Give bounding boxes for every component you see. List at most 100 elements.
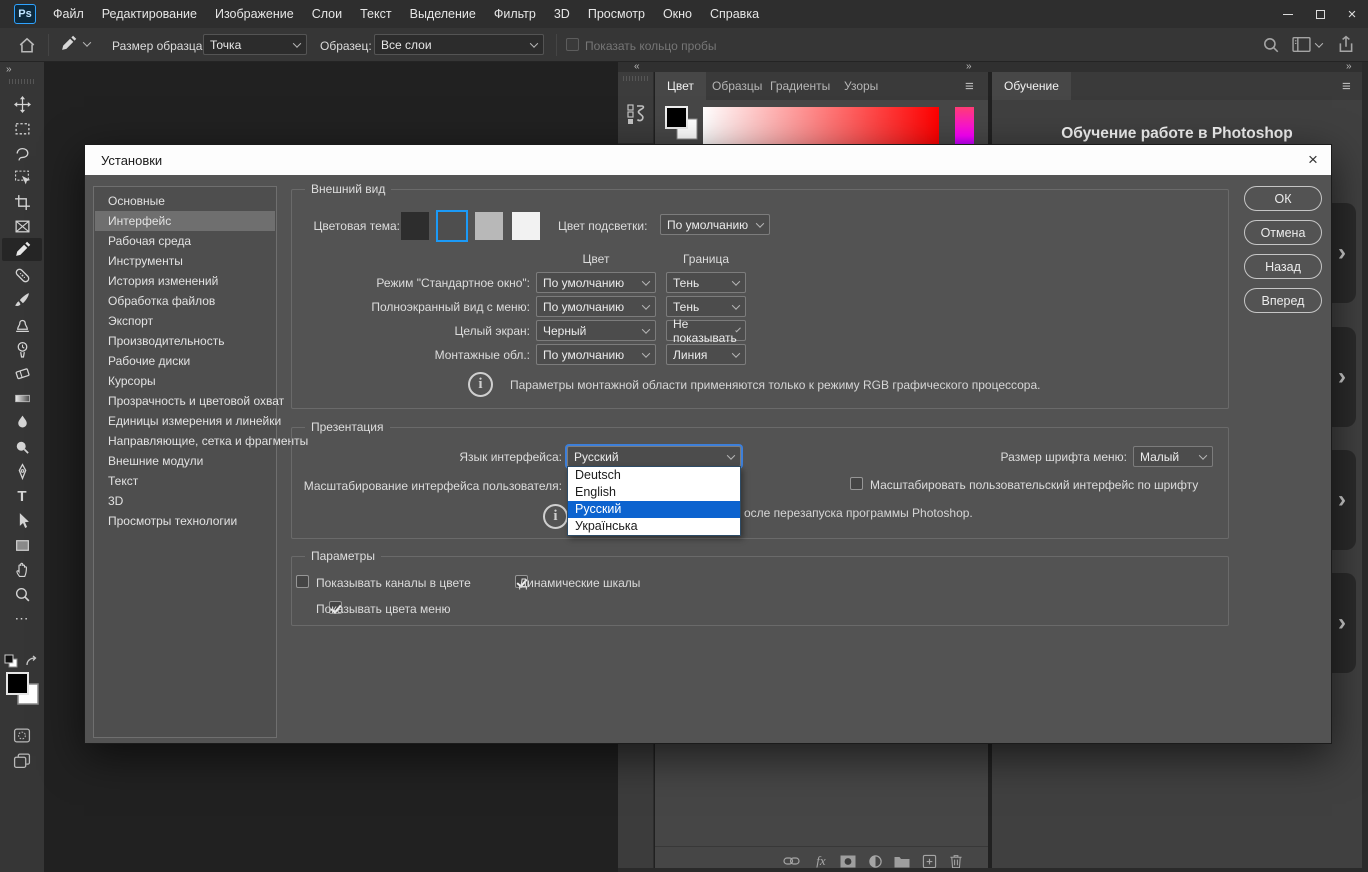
language-option-ukrainian[interactable]: Українська bbox=[568, 518, 740, 535]
menu-file[interactable]: Файл bbox=[44, 0, 93, 28]
expand-panels-icon[interactable]: « bbox=[634, 61, 641, 72]
sample-dropdown[interactable]: Все слои bbox=[374, 34, 544, 55]
hand-tool[interactable] bbox=[2, 558, 42, 581]
menu-help[interactable]: Справка bbox=[701, 0, 768, 28]
scale-ui-to-font-checkbox[interactable] bbox=[850, 477, 863, 490]
clone-stamp-tool[interactable] bbox=[2, 313, 42, 336]
pen-tool[interactable] bbox=[2, 460, 42, 483]
sidebar-item-units-rulers[interactable]: Единицы измерения и линейки bbox=[95, 411, 275, 431]
type-tool[interactable]: T bbox=[2, 485, 42, 508]
fullscreen-menu-border-dropdown[interactable]: Тень bbox=[666, 296, 746, 317]
sidebar-item-workspace[interactable]: Рабочая среда bbox=[95, 231, 275, 251]
menu-select[interactable]: Выделение bbox=[401, 0, 485, 28]
healing-brush-tool[interactable] bbox=[2, 264, 42, 287]
sample-size-dropdown[interactable]: Точка bbox=[203, 34, 307, 55]
panel-menu-icon[interactable]: ≡ bbox=[1342, 78, 1351, 95]
menu-font-size-dropdown[interactable]: Малый bbox=[1133, 446, 1213, 467]
sidebar-item-cursors[interactable]: Курсоры bbox=[95, 371, 275, 391]
sidebar-item-performance[interactable]: Производительность bbox=[95, 331, 275, 351]
marquee-tool[interactable] bbox=[2, 117, 42, 140]
collapse-color-group-icon[interactable]: » bbox=[966, 61, 973, 72]
artboard-color-dropdown[interactable]: По умолчанию bbox=[536, 344, 656, 365]
object-selection-tool[interactable] bbox=[2, 166, 42, 189]
tab-gradients[interactable]: Градиенты bbox=[758, 72, 842, 100]
crop-tool[interactable] bbox=[2, 191, 42, 214]
eyedropper-tool[interactable] bbox=[2, 238, 42, 261]
path-selection-tool[interactable] bbox=[2, 509, 42, 532]
language-option-deutsch[interactable]: Deutsch bbox=[568, 467, 740, 484]
menu-filter[interactable]: Фильтр bbox=[485, 0, 545, 28]
menu-type[interactable]: Текст bbox=[351, 0, 400, 28]
panel-menu-icon[interactable]: ≡ bbox=[965, 78, 974, 95]
tab-color[interactable]: Цвет bbox=[655, 72, 706, 100]
fullscreen-color-dropdown[interactable]: Черный bbox=[536, 320, 656, 341]
sidebar-item-guides-grid[interactable]: Направляющие, сетка и фрагменты bbox=[95, 431, 275, 451]
menu-view[interactable]: Просмотр bbox=[579, 0, 654, 28]
theme-swatch-lightest[interactable] bbox=[512, 212, 540, 240]
workspace-switcher[interactable] bbox=[1292, 36, 1322, 53]
move-tool[interactable] bbox=[2, 93, 42, 116]
history-brush-tool[interactable] bbox=[2, 338, 42, 361]
standard-window-color-dropdown[interactable]: По умолчанию bbox=[536, 272, 656, 293]
theme-swatch-darkest[interactable] bbox=[401, 212, 429, 240]
sidebar-item-scratch-disks[interactable]: Рабочие диски bbox=[95, 351, 275, 371]
dodge-tool[interactable] bbox=[2, 436, 42, 459]
ui-language-dropdown[interactable]: Русский bbox=[567, 446, 741, 467]
minimize-button[interactable] bbox=[1272, 0, 1304, 28]
tab-patterns[interactable]: Узоры bbox=[832, 72, 890, 100]
fullscreen-border-dropdown[interactable]: Не показывать bbox=[666, 320, 746, 341]
tab-learn[interactable]: Обучение bbox=[992, 72, 1071, 100]
color-fg-bg-swatches[interactable] bbox=[665, 106, 699, 145]
fullscreen-menu-color-dropdown[interactable]: По умолчанию bbox=[536, 296, 656, 317]
sidebar-item-file-handling[interactable]: Обработка файлов bbox=[95, 291, 275, 311]
sidebar-item-history[interactable]: История изменений bbox=[95, 271, 275, 291]
artboard-border-dropdown[interactable]: Линия bbox=[666, 344, 746, 365]
lasso-tool[interactable] bbox=[2, 142, 42, 165]
sidebar-item-general[interactable]: Основные bbox=[95, 191, 275, 211]
toolbar-grip[interactable] bbox=[9, 79, 35, 84]
maximize-button[interactable] bbox=[1304, 0, 1336, 28]
brush-tool[interactable] bbox=[2, 289, 42, 312]
collapse-toolbar-icon[interactable]: » bbox=[6, 64, 13, 75]
sidebar-item-tools[interactable]: Инструменты bbox=[95, 251, 275, 271]
sidebar-item-3d[interactable]: 3D bbox=[95, 491, 275, 511]
share-icon[interactable] bbox=[1337, 35, 1355, 57]
home-icon[interactable] bbox=[18, 36, 36, 57]
sidebar-item-transparency-gamut[interactable]: Прозрачность и цветовой охват bbox=[95, 391, 275, 411]
sidebar-item-plugins[interactable]: Внешние модули bbox=[95, 451, 275, 471]
standard-window-border-dropdown[interactable]: Тень bbox=[666, 272, 746, 293]
next-button[interactable]: Вперед bbox=[1244, 288, 1322, 313]
sidebar-item-type[interactable]: Текст bbox=[95, 471, 275, 491]
menu-window[interactable]: Окно bbox=[654, 0, 701, 28]
menu-layers[interactable]: Слои bbox=[303, 0, 351, 28]
dialog-close-button[interactable]: × bbox=[1301, 149, 1325, 171]
screen-mode-button[interactable] bbox=[2, 750, 42, 773]
cancel-button[interactable]: Отмена bbox=[1244, 220, 1322, 245]
sidebar-item-interface[interactable]: Интерфейс bbox=[95, 211, 275, 231]
close-button[interactable]: × bbox=[1336, 0, 1368, 28]
search-icon[interactable] bbox=[1262, 36, 1280, 57]
tool-preset-eyedropper[interactable] bbox=[60, 35, 90, 52]
prev-button[interactable]: Назад bbox=[1244, 254, 1322, 279]
menu-edit[interactable]: Редактирование bbox=[93, 0, 206, 28]
language-option-english[interactable]: English bbox=[568, 484, 740, 501]
language-option-russian[interactable]: Русский bbox=[568, 501, 740, 518]
theme-swatch-dark-selected[interactable] bbox=[438, 212, 466, 240]
blur-tool[interactable] bbox=[2, 411, 42, 434]
collapse-learn-group-icon[interactable]: » bbox=[1346, 61, 1353, 72]
foreground-color-swatch[interactable] bbox=[6, 672, 40, 711]
ok-button[interactable]: ОК bbox=[1244, 186, 1322, 211]
sidebar-item-tech-previews[interactable]: Просмотры технологии bbox=[95, 511, 275, 531]
swap-colors-icon[interactable] bbox=[24, 654, 39, 673]
highlight-color-dropdown[interactable]: По умолчанию bbox=[660, 214, 770, 235]
dialog-titlebar[interactable]: Установки × bbox=[85, 145, 1331, 175]
show-channels-in-color-checkbox[interactable] bbox=[296, 575, 309, 588]
rectangle-tool[interactable] bbox=[2, 534, 42, 557]
sidebar-item-export[interactable]: Экспорт bbox=[95, 311, 275, 331]
eraser-tool[interactable] bbox=[2, 362, 42, 385]
menu-3d[interactable]: 3D bbox=[545, 0, 579, 28]
collapsed-history-panel-icon[interactable] bbox=[618, 84, 654, 144]
theme-swatch-light[interactable] bbox=[475, 212, 503, 240]
frame-tool[interactable] bbox=[2, 215, 42, 238]
menu-image[interactable]: Изображение bbox=[206, 0, 303, 28]
